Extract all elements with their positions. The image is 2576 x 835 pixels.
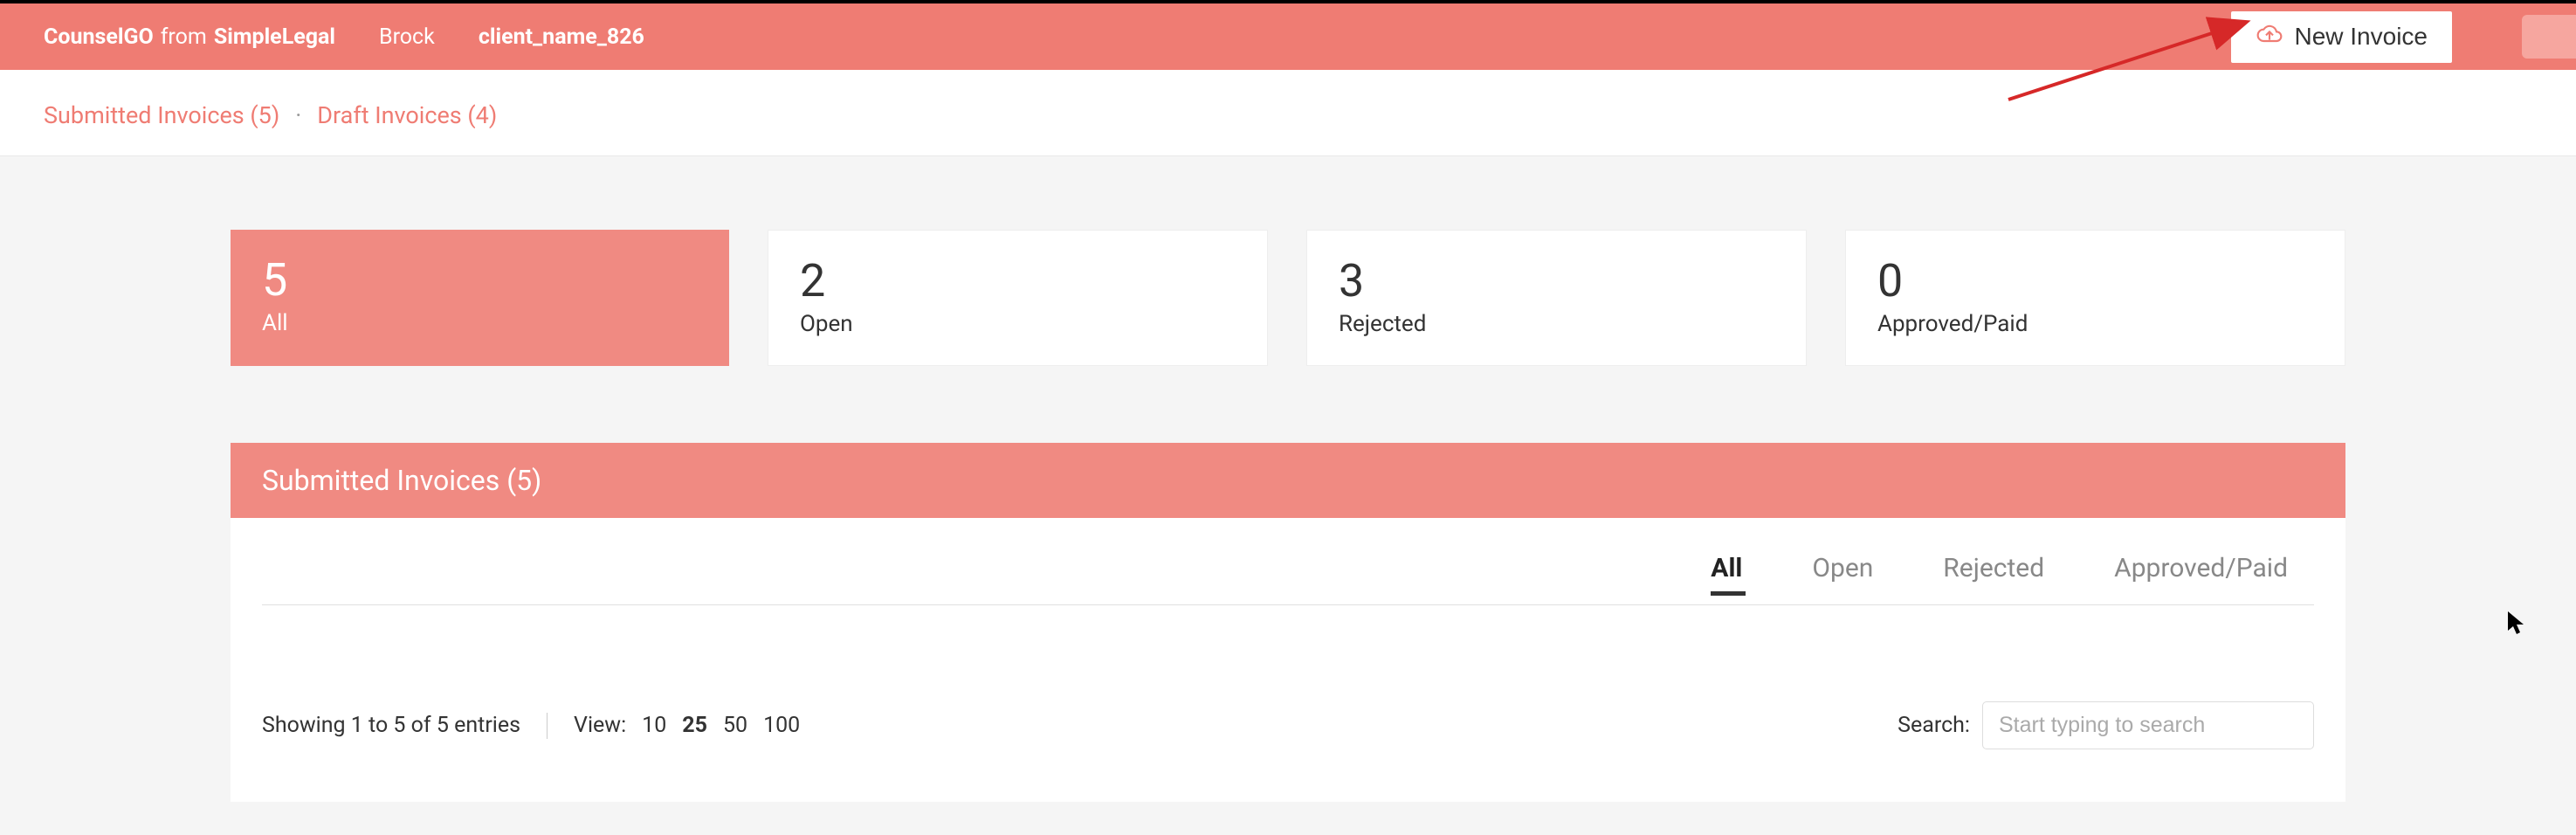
draft-invoices-link[interactable]: Draft Invoices (4): [317, 101, 497, 129]
main-header: CounselGO from SimpleLegal Brock client_…: [0, 3, 2576, 70]
search-input[interactable]: [1982, 701, 2314, 749]
header-right-pill[interactable]: [2522, 15, 2576, 59]
stat-label: Approved/Paid: [1877, 311, 2313, 337]
subheader-links: Submitted Invoices (5) · Draft Invoices …: [44, 101, 2532, 129]
stat-label: Rejected: [1339, 311, 1774, 337]
view-option-10[interactable]: 10: [642, 713, 666, 738]
view-label: View:: [574, 713, 626, 738]
stat-label: All: [262, 310, 698, 336]
stat-card-approved[interactable]: 0 Approved/Paid: [1845, 230, 2345, 366]
stat-count: 0: [1877, 259, 2313, 304]
cloud-upload-icon: [2256, 20, 2283, 54]
header-user[interactable]: Brock: [379, 24, 435, 50]
search-group: Search:: [1898, 701, 2314, 749]
filter-tab-open[interactable]: Open: [1812, 553, 1873, 587]
stat-count: 5: [262, 258, 698, 303]
brand-from: from: [161, 24, 207, 50]
stat-card-rejected[interactable]: 3 Rejected: [1306, 230, 1807, 366]
stat-count: 2: [800, 259, 1236, 304]
panel-title: Submitted Invoices (5): [231, 443, 2345, 518]
stat-card-open[interactable]: 2 Open: [768, 230, 1268, 366]
stat-cards-row: 5 All 2 Open 3 Rejected 0 Approved/Paid: [231, 230, 2345, 366]
filter-tab-approved[interactable]: Approved/Paid: [2114, 553, 2288, 587]
filter-tab-rejected[interactable]: Rejected: [1943, 553, 2044, 587]
brand[interactable]: CounselGO from SimpleLegal: [44, 24, 335, 50]
filter-tabs: All Open Rejected Approved/Paid: [262, 553, 2314, 605]
header-left-group: CounselGO from SimpleLegal Brock client_…: [44, 24, 644, 50]
invoices-panel: Submitted Invoices (5) All Open Rejected…: [231, 443, 2345, 802]
content-area: 5 All 2 Open 3 Rejected 0 Approved/Paid …: [0, 156, 2576, 802]
view-option-100[interactable]: 100: [763, 713, 800, 738]
link-separator: ·: [295, 101, 301, 129]
filter-tab-all[interactable]: All: [1711, 553, 1742, 587]
table-controls: Showing 1 to 5 of 5 entries View: 10 25 …: [262, 701, 2314, 749]
stat-card-all[interactable]: 5 All: [231, 230, 729, 366]
stat-label: Open: [800, 311, 1236, 337]
new-invoice-button[interactable]: New Invoice: [2231, 11, 2452, 63]
left-controls: Showing 1 to 5 of 5 entries View: 10 25 …: [262, 713, 800, 739]
panel-body: All Open Rejected Approved/Paid Showing …: [231, 518, 2345, 802]
showing-entries-text: Showing 1 to 5 of 5 entries: [262, 713, 520, 738]
controls-separator: [547, 713, 548, 739]
stat-count: 3: [1339, 259, 1774, 304]
new-invoice-label: New Invoice: [2294, 23, 2428, 51]
brand-sub: SimpleLegal: [214, 24, 335, 50]
subheader: Submitted Invoices (5) · Draft Invoices …: [0, 70, 2576, 156]
view-option-25[interactable]: 25: [682, 713, 707, 738]
view-page-size-group: View: 10 25 50 100: [574, 713, 800, 738]
header-client[interactable]: client_name_826: [479, 24, 644, 50]
search-label: Search:: [1898, 713, 1970, 738]
submitted-invoices-link[interactable]: Submitted Invoices (5): [44, 101, 279, 129]
brand-main: CounselGO: [44, 24, 154, 50]
header-right-group: New Invoice: [2231, 11, 2576, 63]
view-option-50[interactable]: 50: [723, 713, 747, 738]
